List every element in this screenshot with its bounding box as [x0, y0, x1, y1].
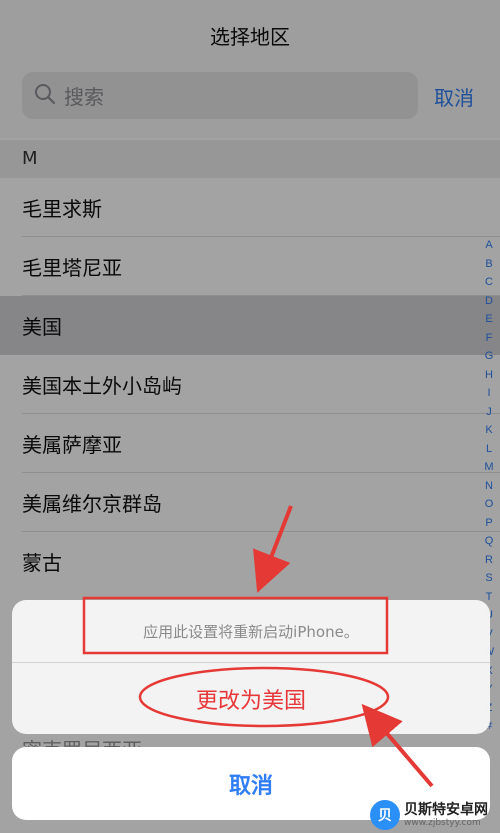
change-to-us-button[interactable]: 更改为美国 [12, 663, 490, 734]
watermark: 贝 贝斯特安卓网 www.zjbstyy.com [370, 800, 488, 830]
action-sheet-message: 应用此设置将重新启动iPhone。 [143, 622, 359, 641]
action-sheet: 应用此设置将重新启动iPhone。 更改为美国 [12, 600, 490, 734]
watermark-name: 贝斯特安卓网 [404, 801, 488, 818]
watermark-url: www.zjbstyy.com [404, 817, 481, 828]
watermark-logo-icon: 贝 [370, 800, 400, 830]
